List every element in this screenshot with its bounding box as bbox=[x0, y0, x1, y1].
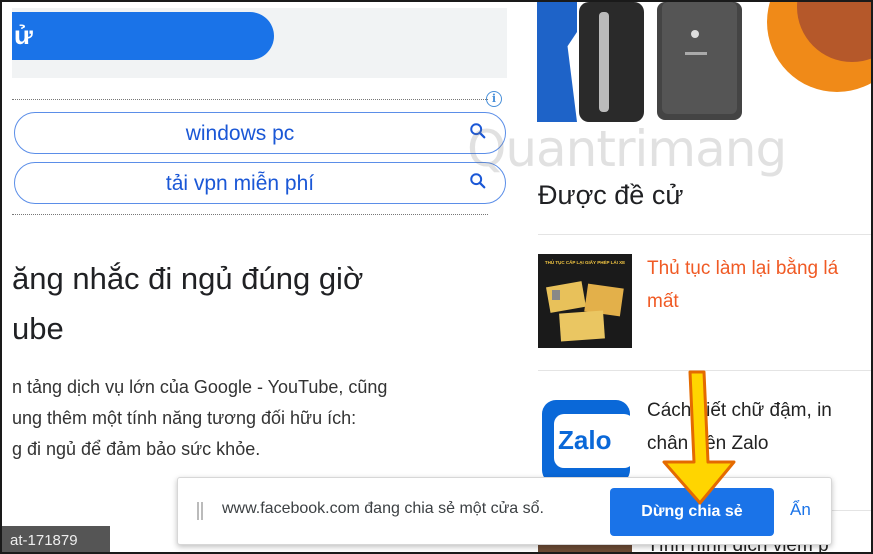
thumbnail-caption: THỦ TỤC CẤP LẠI GIẤY PHÉP LÁI XE bbox=[545, 258, 625, 265]
recommended-thumbnail[interactable]: THỦ TỤC CẤP LẠI GIẤY PHÉP LÁI XE bbox=[538, 254, 632, 348]
recommended-link[interactable]: Thủ tục làm lại bằng lá mất bbox=[647, 252, 871, 318]
article-intro: n tảng dịch vụ lớn của Google - YouTube,… bbox=[12, 372, 506, 465]
ad-search-pill[interactable]: tải vpn miễn phí bbox=[14, 162, 506, 204]
ad-divider-bottom bbox=[12, 214, 488, 215]
ad-search-label: windows pc bbox=[185, 122, 295, 145]
intro-line: ung thêm một tính năng tương đối hữu ích… bbox=[12, 408, 357, 428]
recommended-title: Được đề cử bbox=[538, 180, 684, 210]
search-ad-box: i windows pc tải vpn miễn phí bbox=[12, 90, 506, 218]
arrow-down-icon bbox=[662, 370, 736, 505]
ad-search-pill[interactable]: windows pc bbox=[14, 112, 506, 154]
watermark-logo: Quantrimang bbox=[467, 120, 787, 178]
headline-line: ube bbox=[12, 311, 64, 346]
top-cta-button[interactable]: ử bbox=[12, 12, 274, 60]
zalo-logo-text: Zalo bbox=[558, 425, 612, 455]
recommended-thumbnail[interactable]: Zalo bbox=[538, 394, 634, 488]
hide-button[interactable]: Ẩn bbox=[790, 500, 811, 520]
product-image[interactable] bbox=[537, 2, 872, 132]
info-icon[interactable]: i bbox=[486, 91, 502, 107]
ad-divider-top bbox=[12, 99, 488, 100]
ad-search-label: tải vpn miễn phí bbox=[165, 172, 315, 195]
intro-line: n tảng dịch vụ lớn của Google - YouTube,… bbox=[12, 377, 388, 397]
divider bbox=[538, 234, 871, 235]
intro-line: g đi ngủ để đảm bảo sức khỏe. bbox=[12, 439, 261, 459]
article-headline: ăng nhắc đi ngủ đúng giờ ube bbox=[12, 254, 502, 354]
drag-handle-icon[interactable] bbox=[197, 502, 203, 520]
recommended-line: Thủ tục làm lại bằng lá bbox=[647, 258, 839, 279]
browser-viewport: ử i windows pc tải vpn miễn phí ăng nhắc… bbox=[0, 0, 873, 554]
share-message: www.facebook.com đang chia sẻ một cửa sổ… bbox=[222, 500, 544, 517]
recommended-line: mất bbox=[647, 291, 679, 312]
status-tag: at-171879 bbox=[2, 526, 110, 552]
headline-line: ăng nhắc đi ngủ đúng giờ bbox=[12, 261, 364, 296]
